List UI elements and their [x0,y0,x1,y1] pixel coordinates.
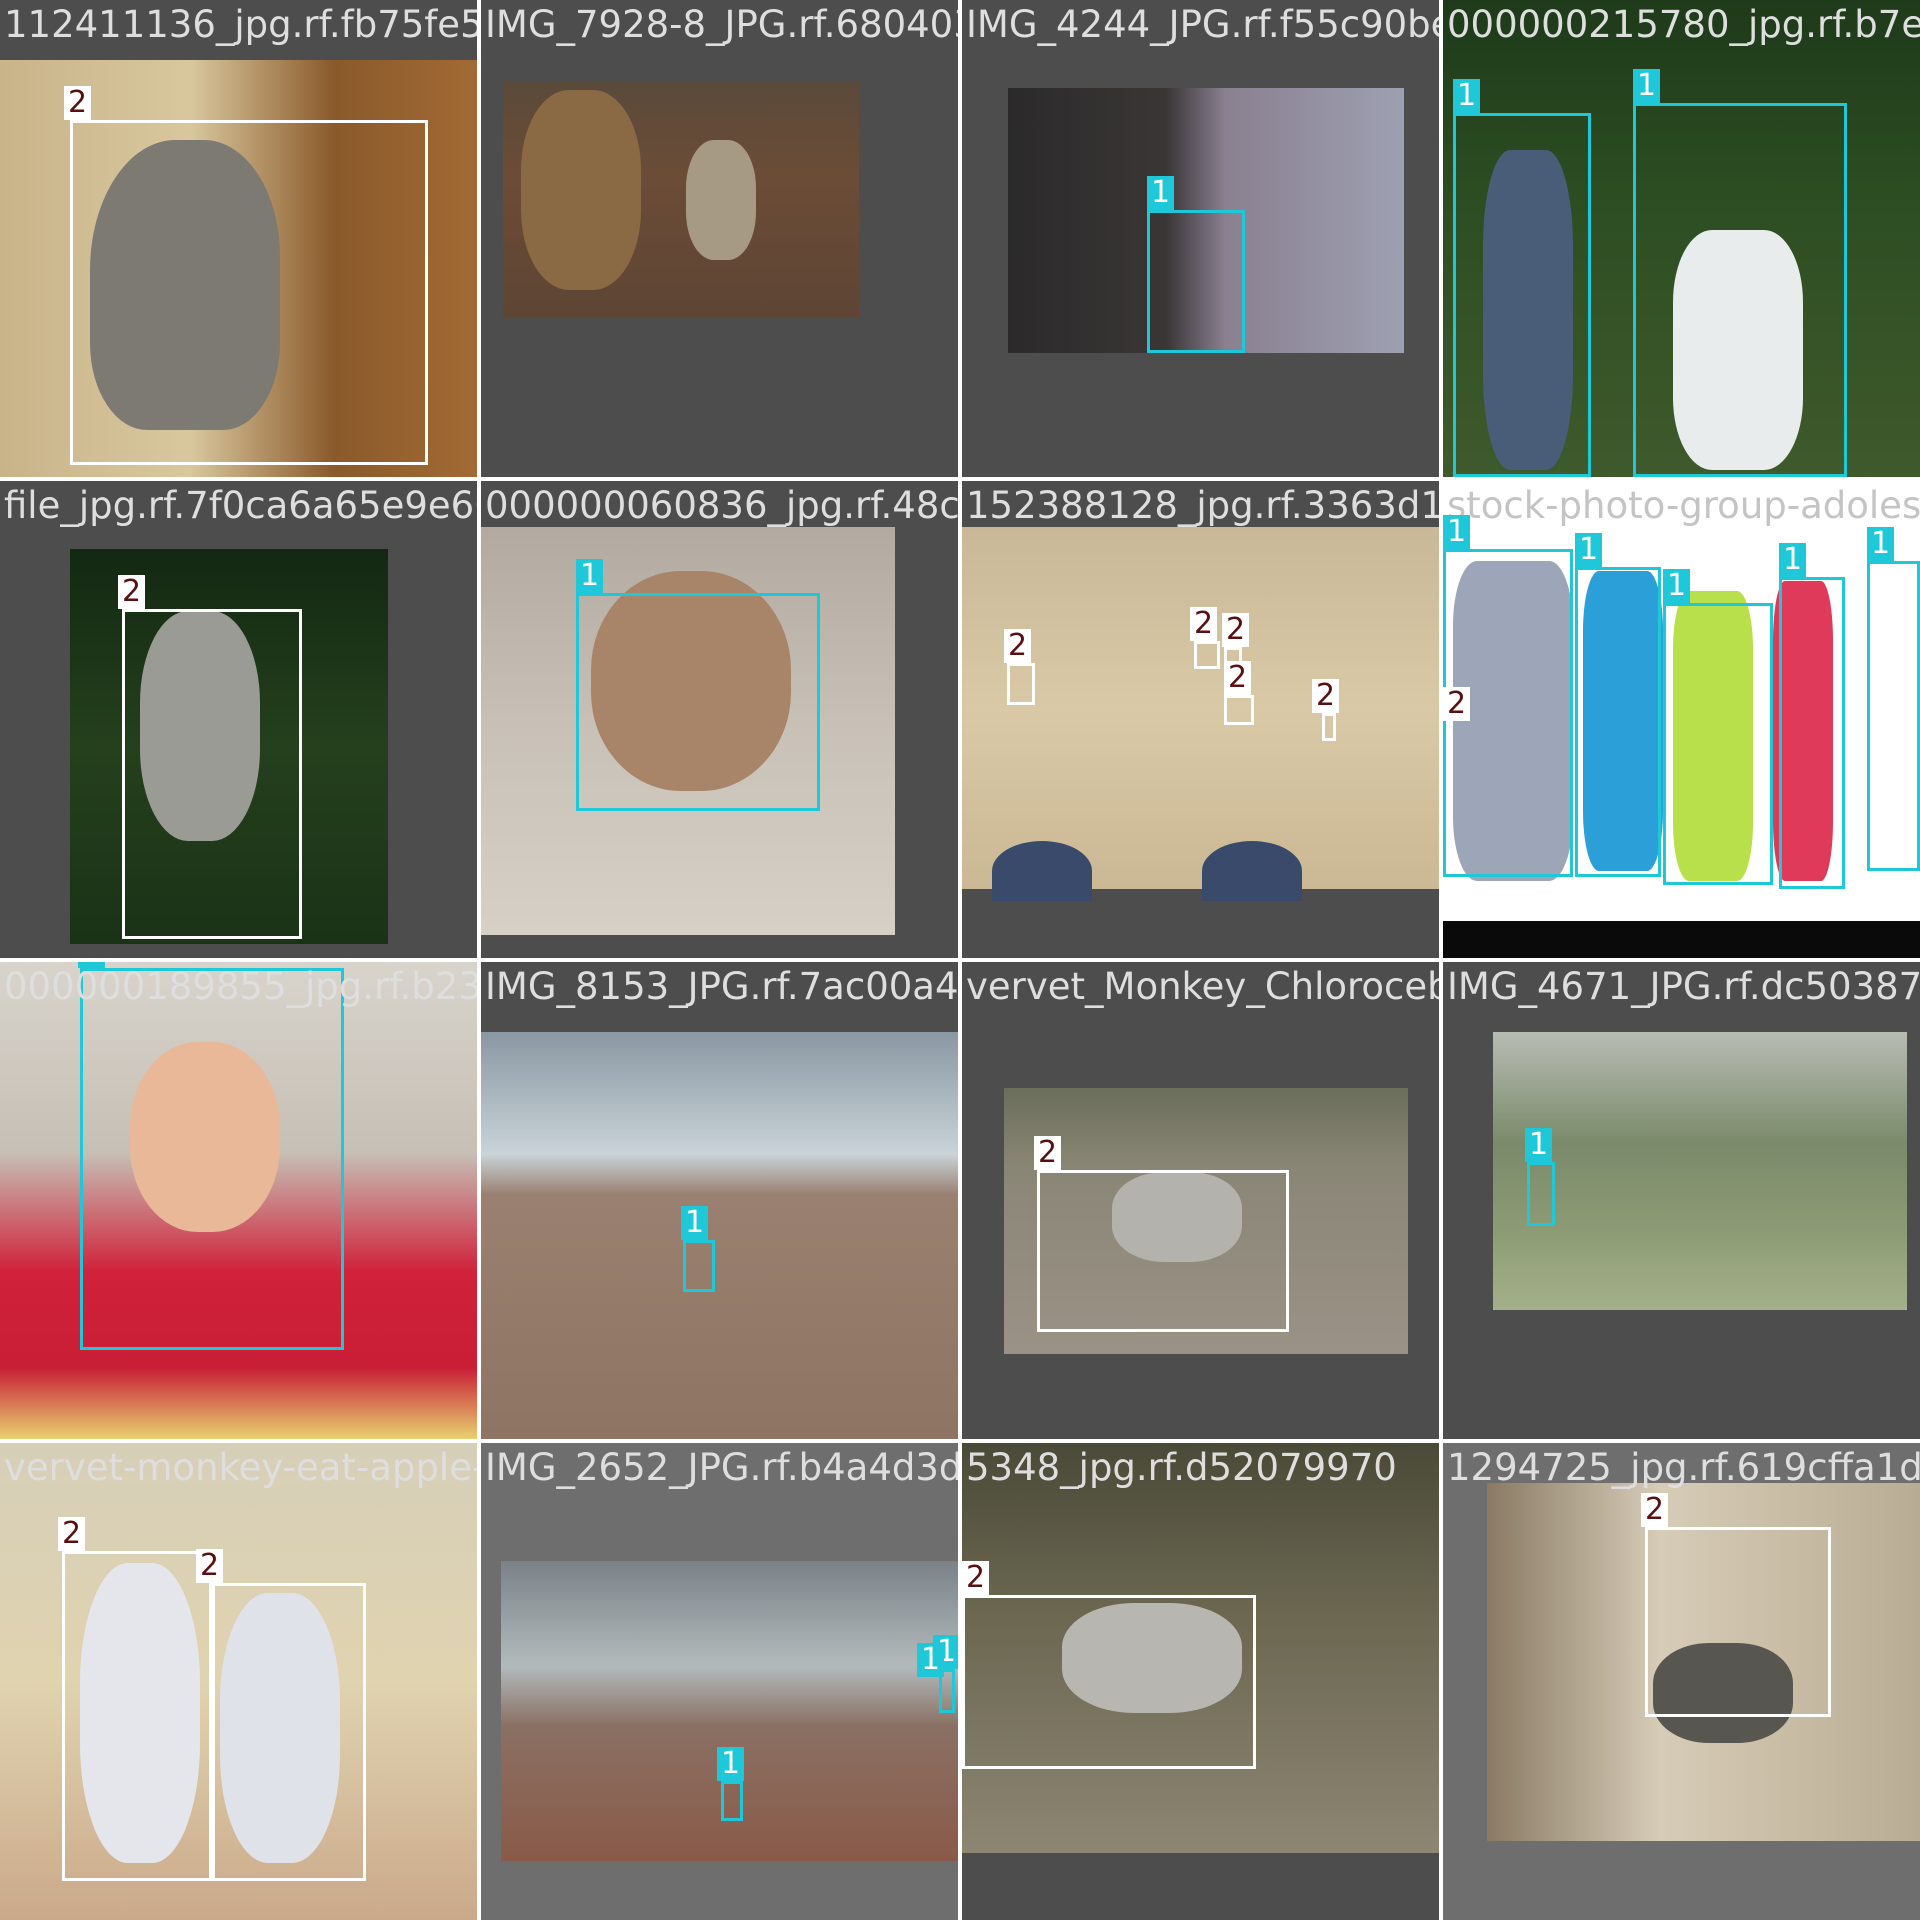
photo [481,1032,958,1439]
arch-window [992,841,1092,901]
class-tag: 2 [1443,687,1471,721]
tile-5: 2 file_jpg.rf.7f0ca6a65e9e667 [0,481,477,958]
tile-12: 1 IMG_4671_JPG.rf.dc503879 [1443,962,1920,1439]
dog-figure [521,90,641,290]
bbox [1322,713,1336,741]
bbox [1147,210,1245,353]
tile-3: 1 IMG_4244_JPG.rf.f55c90bee [962,0,1439,477]
filename-label: 152388128_jpg.rf.3363d1c9 [966,484,1439,527]
bbox [70,120,428,465]
bbox [1645,1527,1831,1717]
filename-label: IMG_8153_JPG.rf.7ac00a49 [485,965,958,1008]
class-tag: 1 [717,1747,745,1781]
tile-4: 1 1 000000215780_jpg.rf.b7ead [1443,0,1920,477]
tile-11: 2 vervet_Monkey_Chlorocebus_pygerythrus [962,962,1439,1439]
bbox [1575,567,1661,877]
class-tag: 1 [1453,79,1481,113]
class-tag: 2 [1224,661,1252,695]
filename-label: IMG_4244_JPG.rf.f55c90bee [966,3,1439,46]
bottom-strip [1443,921,1920,958]
tile-13: 2 2 vervet-monkey-eat-apple-national [0,1443,477,1920]
filename-label: 000000189855_jpg.rf.b23b7 [4,965,477,1008]
bbox [576,593,820,811]
class-tag: 2 [1034,1136,1062,1170]
bbox [1453,113,1591,477]
filename-label: vervet_Monkey_Chlorocebus_pygerythrus [966,965,1439,1008]
bbox [80,968,344,1350]
class-tag: 2 [1222,613,1250,647]
tile-14: 1 1 1 IMG_2652_JPG.rf.b4a4d3d4 [481,1443,958,1920]
bbox [122,609,302,939]
class-tag: 2 [962,1561,990,1595]
class-tag: 1 [1779,543,1807,577]
class-tag: 1 [78,962,106,968]
filename-label: 112411136_jpg.rf.fb75fe515 [4,3,477,46]
bbox [683,1240,715,1292]
class-tag: 2 [1312,679,1340,713]
class-tag: 1 [1633,69,1661,103]
class-tag: 1 [1147,176,1175,210]
photo [962,527,1439,889]
filename-label: 000000215780_jpg.rf.b7ead [1447,3,1920,46]
bbox [1867,561,1920,871]
bbox [1037,1170,1289,1332]
filename-label: IMG_2652_JPG.rf.b4a4d3d4 [485,1446,958,1489]
filename-label: IMG_4671_JPG.rf.dc503879 [1447,965,1920,1008]
bbox [1007,663,1035,705]
photo [1493,1032,1907,1310]
class-tag: 2 [1004,629,1032,663]
class-tag: 1 [917,1643,945,1677]
filename-label: vervet-monkey-eat-apple-national [4,1446,477,1489]
filename-label: 1294725_jpg.rf.619cffa1d [1447,1446,1920,1489]
bbox [962,1595,1256,1769]
class-tag: 1 [1575,533,1603,567]
tile-9: 1 000000189855_jpg.rf.b23b7 [0,962,477,1439]
arch-window [1202,841,1302,901]
class-tag: 1 [1443,515,1471,549]
small-dog-figure [686,140,756,260]
class-tag: 1 [576,559,604,593]
bbox [1527,1162,1555,1226]
tile-15: 2 5348_jpg.rf.d52079970 [962,1443,1439,1920]
filename-label: file_jpg.rf.7f0ca6a65e9e667 [4,484,477,527]
bbox [1663,603,1773,885]
tile-6: 1 000000060836_jpg.rf.48cebd [481,481,958,958]
class-tag: 1 [1525,1128,1553,1162]
bbox [721,1781,743,1821]
class-tag: 2 [64,86,92,120]
bbox [62,1551,212,1881]
tile-16: 2 1294725_jpg.rf.619cffa1d [1443,1443,1920,1920]
tile-1: 2 112411136_jpg.rf.fb75fe515 [0,0,477,477]
filename-label: 000000060836_jpg.rf.48cebd [485,484,958,527]
class-tag: 2 [1641,1493,1669,1527]
bbox [1224,695,1254,725]
mosaic-grid: 2 112411136_jpg.rf.fb75fe515 IMG_7928-8_… [0,0,1920,1920]
filename-label: 5348_jpg.rf.d52079970 [966,1446,1397,1489]
class-tag: 2 [196,1549,224,1583]
filename-label: IMG_7928-8_JPG.rf.680403a8 [485,3,958,46]
class-tag: 1 [681,1206,709,1240]
tile-7: 2 2 2 2 2 152388128_jpg.rf.3363d1c9 [962,481,1439,958]
bbox [212,1583,366,1881]
class-tag: 2 [1190,607,1218,641]
class-tag: 1 [1663,569,1691,603]
bbox [1779,577,1845,889]
class-tag: 2 [118,575,146,609]
filename-label: stock-photo-group-adolescents- [1447,484,1920,527]
tile-8: 1 1 1 1 1 2 stock-photo-group-adolescent… [1443,481,1920,958]
tile-10: 1 IMG_8153_JPG.rf.7ac00a49 [481,962,958,1439]
class-tag: 1 [1867,527,1895,561]
bbox [1194,641,1220,669]
bbox [1633,103,1847,477]
class-tag: 2 [58,1517,86,1551]
tile-2: IMG_7928-8_JPG.rf.680403a8 [481,0,958,477]
